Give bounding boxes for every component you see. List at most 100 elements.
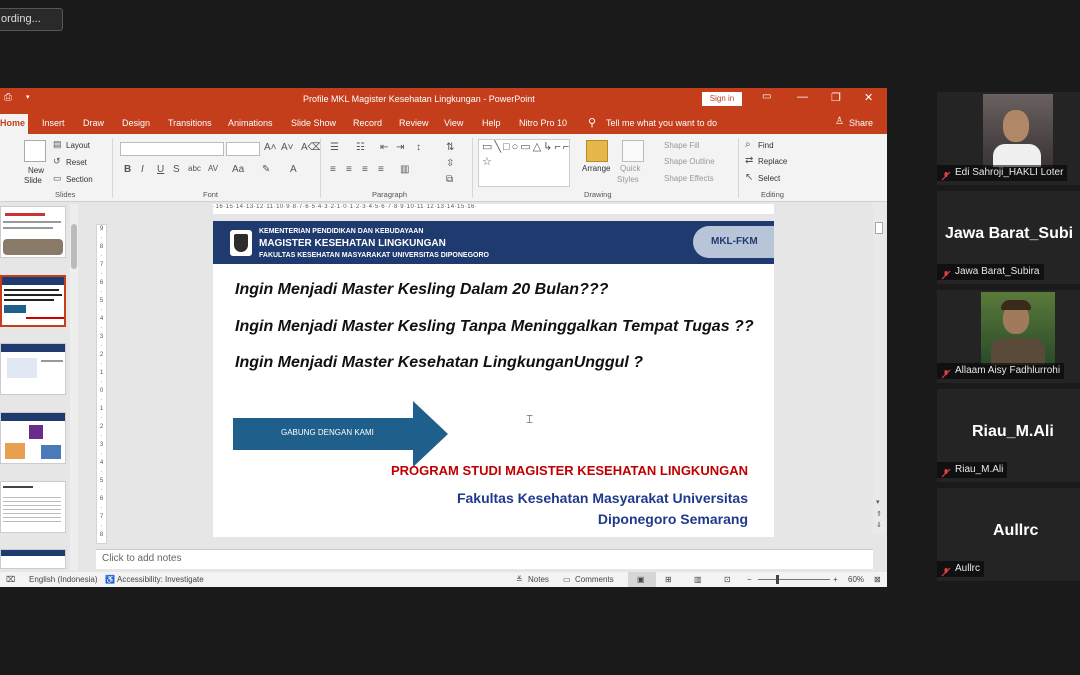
- arrange-icon[interactable]: [586, 140, 608, 162]
- notes-button[interactable]: Notes: [528, 575, 549, 584]
- reset-button[interactable]: Reset: [66, 158, 87, 167]
- tab-design[interactable]: Design: [122, 118, 150, 128]
- highlight-icon[interactable]: ✎: [262, 164, 270, 175]
- accessibility-status[interactable]: Accessibility: Investigate: [117, 575, 204, 584]
- quick-styles-button-2[interactable]: Styles: [617, 175, 639, 184]
- bold-icon[interactable]: B: [124, 164, 131, 175]
- select-button[interactable]: Select: [758, 174, 780, 183]
- spellcheck-icon[interactable]: ⌧: [6, 575, 15, 584]
- align-right-icon[interactable]: ≡: [362, 164, 368, 175]
- new-slide-label-2[interactable]: Slide: [24, 176, 42, 185]
- slide-thumbnail[interactable]: [0, 549, 66, 569]
- tab-insert[interactable]: Insert: [42, 118, 65, 128]
- tab-transitions[interactable]: Transitions: [168, 118, 212, 128]
- tab-slide-show[interactable]: Slide Show: [291, 118, 336, 128]
- new-slide-icon[interactable]: [24, 140, 46, 162]
- participant-tile[interactable]: Edi Sahroji_HAKLI Loter: [937, 92, 1080, 185]
- columns-icon[interactable]: ▥: [400, 164, 409, 175]
- decrease-font-icon[interactable]: A˅: [281, 142, 294, 153]
- increase-indent-icon[interactable]: ⇥: [396, 142, 404, 153]
- participant-tile[interactable]: Aullrc Aullrc: [937, 488, 1080, 581]
- shape-effects-button[interactable]: Shape Effects: [664, 174, 714, 183]
- replace-button[interactable]: Replace: [758, 157, 787, 166]
- slide-thumbnail[interactable]: [0, 481, 66, 533]
- participant-tile[interactable]: Jawa Barat_Subi Jawa Barat_Subira: [937, 191, 1080, 284]
- tab-review[interactable]: Review: [399, 118, 429, 128]
- tab-home[interactable]: Home: [0, 114, 29, 134]
- slideshow-icon[interactable]: ⊡: [724, 575, 731, 584]
- close-icon[interactable]: ✕: [864, 91, 873, 104]
- find-button[interactable]: Find: [758, 141, 774, 150]
- increase-font-icon[interactable]: A˄: [264, 142, 277, 153]
- shape-fill-button[interactable]: Shape Fill: [664, 141, 700, 150]
- quick-styles-icon[interactable]: [622, 140, 644, 162]
- maximize-icon[interactable]: ❐: [831, 91, 841, 104]
- slide-thumbnail[interactable]: [0, 412, 66, 464]
- previous-slide-icon[interactable]: ⇑: [876, 510, 882, 518]
- slide-thumbnail[interactable]: [0, 206, 66, 258]
- tab-draw[interactable]: Draw: [83, 118, 104, 128]
- shapes-gallery[interactable]: ▭╲□○▭△↳⌐⌐⇧⌐⇨⇩⌐⌐⌐⌐▱╭╮{}☆: [478, 139, 570, 187]
- tab-nitro[interactable]: Nitro Pro 10: [519, 118, 567, 128]
- tab-help[interactable]: Help: [482, 118, 501, 128]
- comments-button[interactable]: Comments: [575, 575, 614, 584]
- sign-in-button[interactable]: Sign in: [702, 92, 742, 106]
- tell-me-search[interactable]: Tell me what you want to do: [606, 118, 717, 128]
- italic-icon[interactable]: I: [141, 164, 144, 175]
- underline-icon[interactable]: U: [157, 164, 164, 175]
- tab-animations[interactable]: Animations: [228, 118, 273, 128]
- tab-view[interactable]: View: [444, 118, 463, 128]
- notes-pane[interactable]: Click to add notes: [96, 549, 873, 569]
- strikethrough-icon[interactable]: abc: [188, 164, 201, 173]
- new-slide-label[interactable]: New: [28, 166, 44, 175]
- fit-slide-icon[interactable]: ⊠: [874, 575, 881, 584]
- next-slide-icon[interactable]: ⇓: [876, 521, 882, 529]
- spacing-icon[interactable]: AV: [208, 164, 218, 173]
- numbering-icon[interactable]: ☷: [356, 142, 365, 153]
- align-text-icon[interactable]: ⇳: [446, 158, 454, 169]
- quick-access-chevron-icon[interactable]: ▾: [26, 93, 30, 101]
- slide-scrollbar[interactable]: ▾ ⇑ ⇓: [873, 202, 885, 534]
- zoom-slider[interactable]: [758, 579, 830, 580]
- change-case-icon[interactable]: Aa: [232, 164, 244, 175]
- font-color-icon[interactable]: A: [290, 164, 297, 175]
- font-name-field[interactable]: [120, 142, 224, 156]
- shadow-icon[interactable]: S: [173, 164, 180, 175]
- align-center-icon[interactable]: ≡: [346, 164, 352, 175]
- participant-tile[interactable]: Riau_M.Ali Riau_M.Ali: [937, 389, 1080, 482]
- line-spacing-icon[interactable]: ↕: [416, 142, 421, 153]
- zoom-level[interactable]: 60%: [848, 575, 864, 584]
- language-label[interactable]: English (Indonesia): [29, 575, 97, 584]
- clear-format-icon[interactable]: A⌫: [301, 142, 322, 153]
- scroll-thumb[interactable]: [875, 222, 883, 234]
- quick-styles-button[interactable]: Quick: [620, 164, 640, 173]
- slide-thumbnail[interactable]: [0, 343, 66, 395]
- share-button[interactable]: Share: [849, 118, 873, 128]
- justify-icon[interactable]: ≡: [378, 164, 384, 175]
- participant-tile[interactable]: Allaam Aisy Fadhlurrohi: [937, 290, 1080, 383]
- minimize-icon[interactable]: —: [797, 91, 808, 103]
- ribbon-display-icon[interactable]: ▭: [762, 91, 771, 102]
- autosave-icon[interactable]: ⎙: [4, 92, 12, 103]
- slide-thumbnail-selected[interactable]: [0, 275, 66, 327]
- shape-outline-button[interactable]: Shape Outline: [664, 157, 715, 166]
- thumbnail-scrollbar[interactable]: [70, 204, 78, 570]
- section-button[interactable]: Section: [66, 175, 93, 184]
- layout-button[interactable]: Layout: [66, 141, 90, 150]
- slide-sorter-icon[interactable]: ⊞: [665, 575, 672, 584]
- text-direction-icon[interactable]: ⇅: [446, 142, 454, 153]
- arrange-button[interactable]: Arrange: [582, 164, 610, 173]
- zoom-out-icon[interactable]: −: [747, 575, 752, 584]
- zoom-slider-thumb[interactable]: [776, 575, 779, 584]
- normal-view-icon[interactable]: ▣: [637, 575, 645, 584]
- bullets-icon[interactable]: ☰: [330, 142, 339, 153]
- tab-record[interactable]: Record: [353, 118, 382, 128]
- reading-view-icon[interactable]: ▥: [694, 575, 702, 584]
- zoom-in-icon[interactable]: +: [833, 575, 838, 584]
- decrease-indent-icon[interactable]: ⇤: [380, 142, 388, 153]
- font-size-field[interactable]: [226, 142, 260, 156]
- scroll-down-icon[interactable]: ▾: [876, 498, 880, 506]
- slide-canvas[interactable]: KEMENTERIAN PENDIDIKAN DAN KEBUDAYAAN MA…: [213, 221, 774, 537]
- align-left-icon[interactable]: ≡: [330, 164, 336, 175]
- smartart-icon[interactable]: ⧉: [446, 174, 453, 185]
